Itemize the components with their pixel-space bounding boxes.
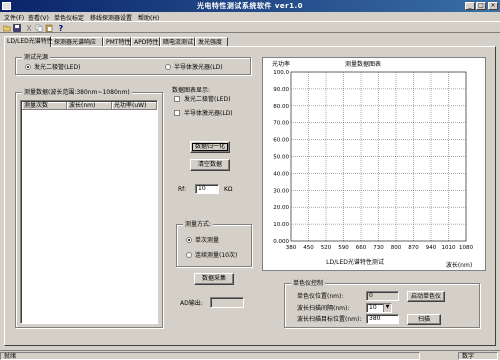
start-mono-button[interactable]: 启动单色仪: [407, 291, 445, 302]
y-tick-label: 100.0: [273, 70, 289, 76]
scan-interval-label: 波长扫描间隔(nm):: [297, 305, 350, 312]
clear-data-button[interactable]: 清空数据: [190, 159, 230, 171]
x-tick-label: 380: [286, 245, 297, 251]
y-tick-label: 70.00: [273, 121, 289, 127]
x-tick-label: 1080: [459, 245, 473, 251]
y-tick-label: 50.00: [273, 155, 289, 161]
chart-xaxis-title: LD/LED光谱特性测试: [326, 258, 384, 266]
y-tick-label: 40.00: [273, 171, 289, 177]
radio-led[interactable]: [25, 64, 31, 70]
radio-continuous-measure[interactable]: [186, 252, 192, 258]
x-tick-label: 450: [303, 245, 314, 251]
scan-target-input[interactable]: 380: [366, 314, 399, 324]
status-numlock: 数字: [458, 352, 498, 360]
title-bar: 光电特性测试系统软件 ver1.0 _ □ ×: [0, 0, 500, 12]
rf-input[interactable]: 10: [195, 184, 219, 194]
radio-led-label: 发光二极管(LED): [34, 64, 81, 71]
measure-mode-title: 测量方式:: [183, 221, 214, 228]
y-tick-label: 90.00: [273, 87, 289, 93]
normalize-button[interactable]: 数据归一化: [190, 141, 230, 153]
ad-output-label: AD输出:: [180, 300, 203, 307]
y-tick-label: 60.00: [273, 138, 289, 144]
chart-svg: 测量数据图表 光功率 LD/LED光谱特性测试 波长(nm) 380 450 520…: [272, 60, 473, 269]
x-tick-label: 940: [426, 245, 437, 251]
chart-xlabel: 波长(nm): [446, 261, 472, 269]
x-tick-label: 590: [338, 245, 349, 251]
y-tick-label: 30.00: [273, 188, 289, 194]
column-header-count[interactable]: 测量次数: [22, 102, 67, 110]
checkbox-ld-label: 半导体激光器(LD): [184, 110, 233, 117]
rf-unit: KΩ: [224, 186, 233, 193]
mono-position-label: 单色仪位置(nm):: [297, 293, 344, 300]
data-table[interactable]: 测量次数 波长(nm) 光功率(uW): [20, 100, 158, 324]
spectrum-chart: 测量数据图表 光功率 LD/LED光谱特性测试 波长(nm) 380 450 520…: [262, 57, 486, 271]
column-header-power[interactable]: 光功率(uW): [112, 102, 157, 110]
mono-position-field: 0: [366, 291, 399, 301]
tab-ld-led-spectrum[interactable]: LD/LED光谱特性: [4, 36, 53, 47]
x-tick-label: 1010: [442, 245, 456, 251]
save-icon[interactable]: [13, 24, 21, 32]
y-tick-label: 20.00: [273, 205, 289, 211]
checkbox-ld[interactable]: [174, 110, 180, 116]
x-tick-label: 660: [356, 245, 367, 251]
y-tick-label: 0.000: [273, 239, 289, 245]
data-group-title: 测量数据(波长范围:380nm~1080nm): [22, 89, 132, 96]
svg-text:?: ?: [59, 24, 64, 32]
radio-single-measure[interactable]: [186, 237, 192, 243]
x-tick-label: 730: [373, 245, 384, 251]
checkbox-led[interactable]: [174, 96, 180, 102]
x-tick-label: 800: [391, 245, 402, 251]
cut-icon[interactable]: [25, 24, 33, 32]
checkbox-led-label: 发光二极管(LED): [184, 96, 231, 103]
maximize-button[interactable]: □: [476, 2, 486, 10]
close-button[interactable]: ×: [488, 2, 498, 10]
toolbar: ?: [0, 21, 500, 33]
scan-interval-select[interactable]: 10 ▼: [366, 303, 392, 313]
collect-data-button[interactable]: 数据采集: [194, 273, 234, 285]
measure-mode-group: 测量方式:: [176, 221, 252, 267]
radio-continuous-label: 连续测量(10次): [195, 252, 238, 259]
mono-group-title: 单色仪控制: [291, 280, 326, 287]
scan-target-label: 波长扫描目标位置(nm):: [297, 316, 362, 323]
window-title: 光电特性测试系统软件 ver1.0: [196, 2, 304, 10]
source-group-title: 测试光源: [22, 54, 51, 61]
menu-bar: 文件(F) 查看(V) 单色仪标定 移线探测器设置 帮助(H): [0, 12, 500, 22]
radio-single-label: 单次测量: [195, 237, 220, 244]
chevron-down-icon[interactable]: ▼: [383, 304, 391, 312]
paste-icon[interactable]: [45, 24, 53, 32]
help-icon[interactable]: ?: [57, 24, 65, 32]
x-tick-label: 520: [321, 245, 332, 251]
display-group-title: 数据图表显示:: [172, 87, 211, 94]
open-folder-icon[interactable]: [3, 24, 11, 32]
copy-icon[interactable]: [35, 24, 43, 32]
minimize-button[interactable]: _: [465, 2, 475, 10]
ad-output-field: [210, 297, 244, 308]
scan-button[interactable]: 扫描: [407, 314, 441, 325]
y-tick-label: 10.00: [273, 222, 289, 228]
status-bar: 就绪 数字: [0, 350, 500, 360]
rf-label: Rf:: [178, 186, 187, 193]
radio-ld[interactable]: [165, 64, 171, 70]
chart-ylabel: 光功率: [272, 60, 290, 68]
y-tick-label: 80.00: [273, 104, 289, 110]
scan-interval-value: 10: [369, 304, 377, 311]
chart-title: 测量数据图表: [345, 60, 381, 68]
status-text: 就绪: [0, 352, 420, 360]
radio-ld-label: 半导体激光器(LD): [174, 64, 223, 71]
column-header-wavelength[interactable]: 波长(nm): [67, 102, 112, 110]
x-tick-label: 870: [408, 245, 419, 251]
